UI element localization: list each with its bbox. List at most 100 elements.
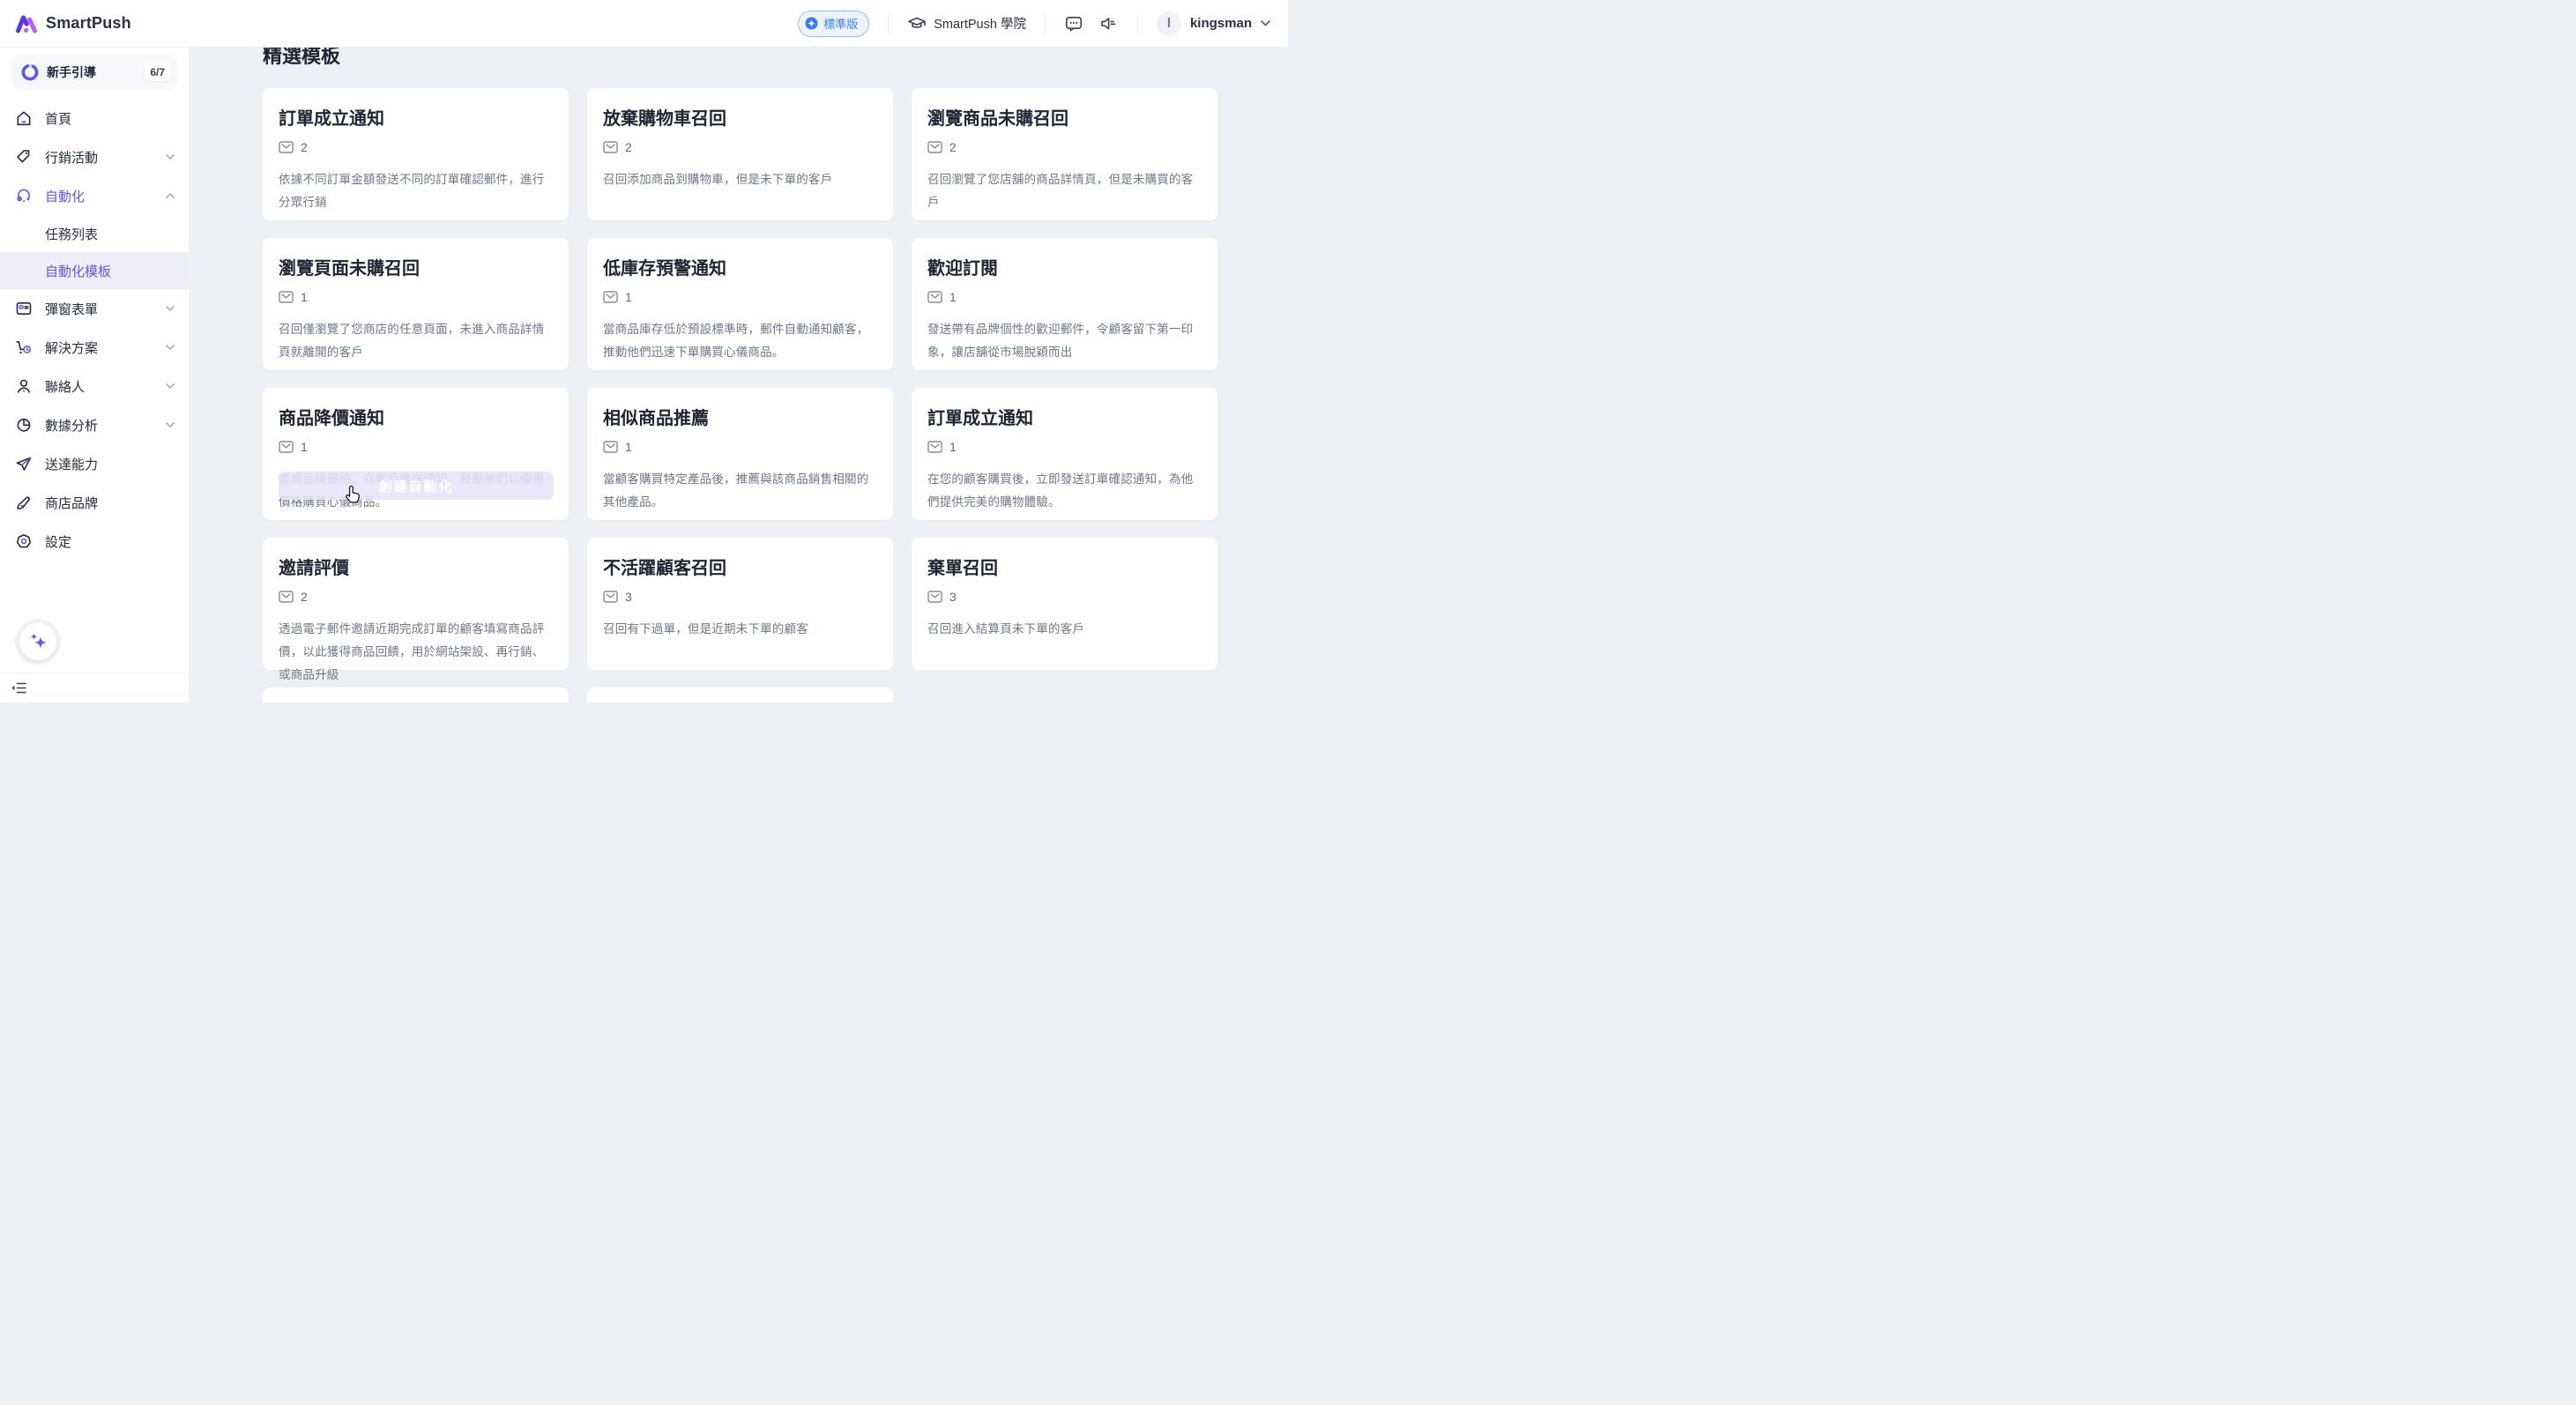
chevron-down-icon: [166, 345, 175, 350]
template-card[interactable]: 訂單成立通知1在您的顧客購買後，立即發送訂單確認通知，為他們提供完美的購物體驗。: [912, 388, 1217, 520]
template-card[interactable]: 棄單召回（依訂單金額區分）: [263, 688, 569, 702]
template-card[interactable]: 低庫存預警通知1當商品庫存低於預設標準時，郵件自動通知顧客，推動他們迅速下單購買…: [587, 238, 893, 370]
sidebar-subitem-label: 自動化模板: [45, 262, 111, 280]
academy-link[interactable]: SmartPush 學院: [907, 14, 1026, 33]
template-card[interactable]: 棄單召回 3 召回進入結算頁未下單的客戶: [912, 538, 1217, 670]
sidebar-item-popup-forms[interactable]: 彈窗表單: [0, 289, 189, 328]
template-card-title: 棄單召回: [927, 559, 1202, 578]
template-card-description: 召回進入結算頁未下單的客戶: [927, 618, 1202, 641]
template-card[interactable]: 瀏覽頁面未購召回 1 召回僅瀏覽了您商店的任意頁面，未進入商品詳情頁就離開的客戶: [263, 238, 569, 370]
sidebar-item-contacts[interactable]: 聯絡人: [0, 367, 189, 405]
home-icon: [14, 108, 34, 128]
contacts-icon: [14, 376, 34, 396]
email-icon: [279, 440, 294, 454]
email-icon: [603, 590, 618, 604]
email-count-row: 2: [279, 140, 553, 154]
sidebar-item-solutions[interactable]: 解決方案: [0, 328, 189, 367]
plan-badge[interactable]: 標準版: [798, 11, 869, 37]
sidebar-item-label: 數據分析: [45, 416, 166, 435]
sidebar-item-deliverability[interactable]: 送達能力: [0, 444, 189, 483]
feedback-chat-icon[interactable]: [1064, 14, 1083, 33]
email-count-row: 2: [279, 590, 553, 604]
template-card[interactable]: 歡迎訂閱1發送帶有品牌個性的歡迎郵件，令顧客留下第一印象，讓店舖從市場脫穎而出: [912, 238, 1217, 370]
email-icon: [927, 290, 942, 304]
create-automation-button[interactable]: 創建自動化: [279, 472, 554, 500]
top-header: SmartPush 標準版 SmartPush 學院: [0, 0, 1288, 48]
email-count-row: 1: [279, 290, 553, 304]
sidebar-item-label: 首頁: [45, 109, 175, 128]
template-card[interactable]: 相似商品推薦1當顧客購買特定產品後，推薦與該商品銷售相關的其他產品。: [587, 388, 893, 520]
sparkles-icon: [25, 628, 51, 655]
collapse-sidebar-icon[interactable]: [11, 681, 26, 695]
sidebar-item-automation[interactable]: 自動化: [0, 176, 189, 215]
template-card-description: 當商品庫存低於預設標準時，郵件自動通知顧客，推動他們迅速下單購買心儀商品。: [603, 318, 877, 364]
plan-diamond-icon: [805, 17, 818, 30]
template-card-description: 透過電子郵件邀請近期完成訂單的顧客填寫商品評價，以此獲得商品回饋，用於網站架設、…: [279, 618, 553, 687]
email-icon: [927, 440, 942, 454]
sidebar-item-label: 解決方案: [45, 338, 166, 357]
sidebar-subitem-label: 任務列表: [45, 225, 98, 243]
email-count-row: 1: [603, 440, 877, 454]
sidebar-item-label: 自動化: [45, 187, 166, 205]
email-count: 2: [949, 140, 957, 154]
template-card[interactable]: 商品降價通知1當商品降價時，向客戶推送通知，鼓勵他們以優惠價格購買心儀商品。創建…: [263, 388, 569, 520]
template-card[interactable]: 歡迎加入會員: [587, 688, 893, 702]
template-card-grid: 訂單成立通知2依據不同訂單金額發送不同的訂單確認郵件，進行分眾行銷放棄購物車召回…: [263, 88, 1288, 702]
email-count-row: 1: [927, 290, 1202, 304]
avatar: l: [1157, 11, 1181, 36]
divider: [1045, 14, 1046, 33]
sidebar-item-store-brand[interactable]: 商店品牌: [0, 483, 189, 522]
guide-label: 新手引導: [47, 63, 145, 81]
sidebar-item-settings[interactable]: 設定: [0, 522, 189, 561]
template-card[interactable]: 訂單成立通知2依據不同訂單金額發送不同的訂單確認郵件，進行分眾行銷: [263, 88, 569, 220]
template-card-description: 召回瀏覽了您店舖的商品詳情頁，但是未購買的客戶: [927, 168, 1202, 214]
graduation-cap-icon: [907, 14, 927, 33]
email-count: 1: [625, 440, 632, 454]
template-card-description: 召回添加商品到購物車，但是未下單的客戶: [603, 168, 877, 191]
email-icon: [603, 140, 618, 154]
user-name: kingsman: [1190, 16, 1252, 31]
template-card[interactable]: 瀏覽商品未購召回 2 召回瀏覽了您店舖的商品詳情頁，但是未購買的客戶: [912, 88, 1217, 220]
ai-assistant-button[interactable]: [19, 623, 56, 660]
template-card-title: 瀏覽商品未購召回: [927, 109, 1202, 129]
email-count: 1: [301, 290, 308, 304]
template-card[interactable]: 邀請評價2透過電子郵件邀請近期完成訂單的顧客填寫商品評價，以此獲得商品回饋，用於…: [263, 538, 569, 670]
template-card-title: 訂單成立通知: [927, 409, 1202, 428]
template-card-description: 召回僅瀏覽了您商店的任意頁面，未進入商品詳情頁就離開的客戶: [279, 318, 553, 364]
email-count: 1: [301, 440, 308, 454]
sidebar-item-label: 彈窗表單: [45, 300, 166, 318]
solutions-cart-icon: [14, 338, 34, 357]
template-card-title: 不活躍顧客召回: [603, 559, 877, 578]
chevron-up-icon: [166, 193, 175, 198]
divider: [1137, 14, 1138, 33]
template-card-description: 發送帶有品牌個性的歡迎郵件，令顧客留下第一印象，讓店舖從市場脫穎而出: [927, 318, 1202, 364]
sidebar-item-label: 聯絡人: [45, 377, 166, 396]
deliverability-send-icon: [14, 454, 34, 473]
user-menu[interactable]: l kingsman: [1157, 11, 1270, 36]
announcement-speaker-icon[interactable]: [1099, 14, 1119, 33]
email-count-row: 3: [603, 590, 877, 604]
tag-icon: [14, 147, 34, 167]
sidebar-item-automation-templates[interactable]: 自動化模板: [0, 252, 189, 289]
sidebar-item-label: 送達能力: [45, 455, 175, 473]
chevron-down-icon: [1261, 20, 1270, 26]
brand[interactable]: SmartPush: [0, 12, 131, 35]
onboarding-guide-card[interactable]: 新手引導 6/7: [11, 55, 177, 90]
template-card[interactable]: 不活躍顧客召回3召回有下過單，但是近期未下單的顧客: [587, 538, 893, 670]
template-card[interactable]: 放棄購物車召回2召回添加商品到購物車，但是未下單的客戶: [587, 88, 893, 220]
sidebar-item-analytics[interactable]: 數據分析: [0, 405, 189, 444]
email-count-row: 1: [927, 440, 1202, 454]
sidebar-item-campaigns[interactable]: 行銷活動: [0, 138, 189, 176]
sidebar-item-home[interactable]: 首頁: [0, 99, 189, 138]
email-icon: [927, 140, 942, 154]
template-card-title: 瀏覽頁面未購召回: [279, 259, 553, 279]
sidebar-item-task-list[interactable]: 任務列表: [0, 215, 189, 252]
section-title: 精選模板: [263, 47, 1288, 70]
divider: [888, 14, 889, 33]
chevron-down-icon: [166, 154, 175, 160]
email-count: 1: [949, 290, 957, 304]
store-brand-brush-icon: [14, 493, 34, 512]
guide-progress-badge: 6/7: [145, 63, 170, 81]
email-count: 3: [949, 590, 957, 604]
settings-gear-icon: [14, 532, 34, 551]
